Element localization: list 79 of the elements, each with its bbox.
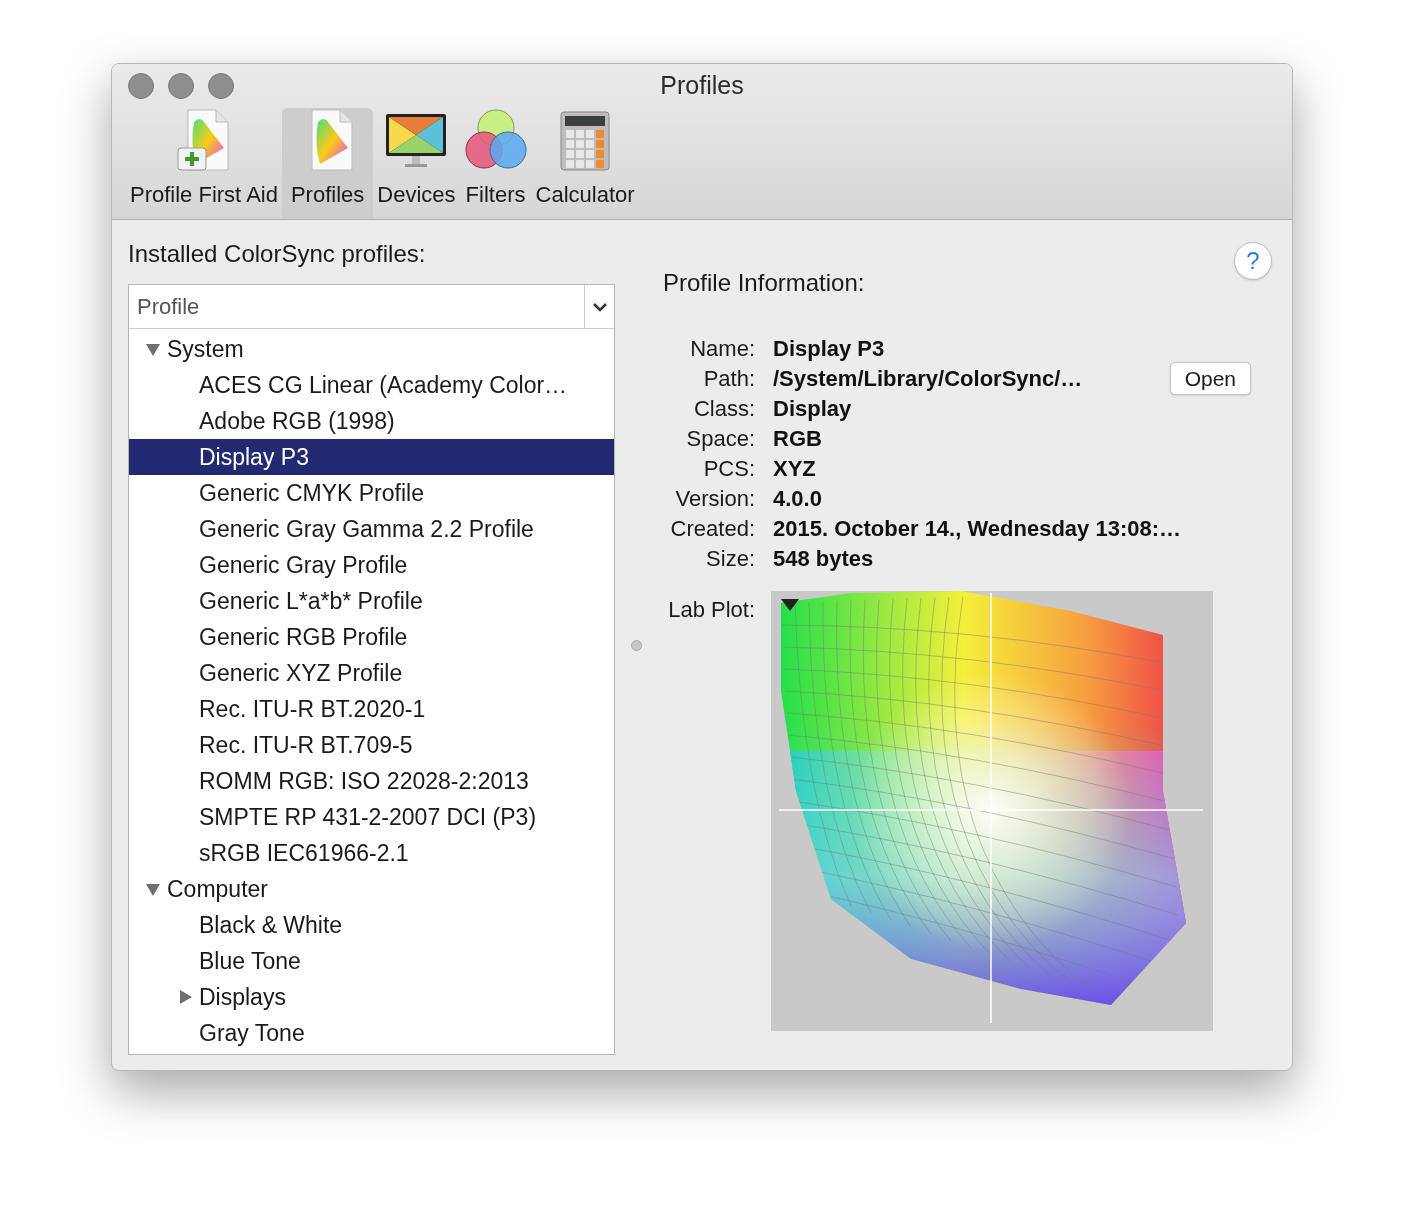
toolbar-tab[interactable]: Calculator <box>531 108 639 219</box>
help-button[interactable]: ? <box>1234 242 1272 280</box>
splitter-handle[interactable] <box>630 640 642 651</box>
column-header[interactable]: Profile <box>129 285 614 329</box>
profile-name: ACES CG Linear (Academy Color… <box>199 370 568 400</box>
field-value: RGB <box>773 424 822 453</box>
profile-name: Blue Tone <box>199 946 301 976</box>
profile-row[interactable]: Adobe RGB (1998) <box>129 403 614 439</box>
calculator-icon <box>559 108 612 172</box>
profile-name: Generic XYZ Profile <box>199 658 403 688</box>
profile-row[interactable]: Generic Gray Gamma 2.2 Profile <box>129 511 614 547</box>
disclosure-triangle-down-icon[interactable] <box>145 341 161 357</box>
section-heading: Profile Information: <box>663 268 865 298</box>
overlapping-circles-icon <box>463 108 528 172</box>
profile-row[interactable]: Rec. ITU-R BT.2020-1 <box>129 691 614 727</box>
profile-row[interactable]: ROMM RGB: ISO 22028-2:2013 <box>129 763 614 799</box>
profile-name: SMPTE RP 431-2-2007 DCI (P3) <box>199 802 537 832</box>
field-value: Display <box>773 394 852 423</box>
profile-row[interactable]: Blue Tone <box>129 943 614 979</box>
profile-name: Generic Gray Profile <box>199 550 408 580</box>
field-value: 2015. October 14., Wednesday 13:08:… <box>773 514 1181 543</box>
field-label: Size: <box>705 544 755 573</box>
field-value: 548 bytes <box>773 544 874 573</box>
section-heading: Installed ColorSync profiles: <box>128 239 427 266</box>
field-value: XYZ <box>773 454 816 483</box>
window-control-button[interactable] <box>208 73 234 99</box>
profile-row[interactable]: Displays <box>129 979 614 1015</box>
profile-name: Gray Tone <box>199 1018 305 1048</box>
window-control-button[interactable] <box>168 73 194 99</box>
field-label: Version: <box>674 484 755 513</box>
open-button[interactable]: Open <box>1169 361 1251 395</box>
profile-row[interactable]: Rec. ITU-R BT.709-5 <box>129 727 614 763</box>
field-label: Created: <box>669 514 755 543</box>
field-value: 4.0.0 <box>773 484 822 513</box>
window-control-button[interactable] <box>128 73 154 99</box>
field-label: Lab Plot: <box>667 596 755 624</box>
field-label: PCS: <box>702 454 755 483</box>
profile-row[interactable]: Display P3 <box>129 439 614 475</box>
profile-row[interactable]: Generic Gray Profile <box>129 547 614 583</box>
profile-name: System <box>167 334 244 364</box>
profile-row[interactable]: sRGB IEC61966-2.1 <box>129 835 614 871</box>
toolbar-tab[interactable]: Filters <box>459 108 532 219</box>
field-value: Display P3 <box>773 334 885 363</box>
field-label: Space: <box>685 424 755 453</box>
profile-name: Display P3 <box>199 442 309 472</box>
toolbar-tab[interactable]: Devices <box>373 108 460 219</box>
profile-row[interactable]: Computer <box>129 871 614 907</box>
profile-name: Generic CMYK Profile <box>199 478 424 508</box>
profile-name: ROMM RGB: ISO 22028-2:2013 <box>199 766 529 796</box>
disclosure-triangle-right-icon[interactable] <box>177 989 193 1005</box>
profile-name: Generic L*a*b* Profile <box>199 586 423 616</box>
profile-name: Black & White <box>199 910 343 940</box>
field-label: Class: <box>692 394 755 423</box>
profile-row[interactable]: System <box>129 331 614 367</box>
profile-name: Computer <box>167 874 268 904</box>
marker-icon[interactable] <box>781 599 799 611</box>
disclosure-triangle-down-icon[interactable] <box>145 881 161 897</box>
field-value: /System/Library/ColorSync/… <box>773 364 1083 393</box>
profile-row[interactable]: Generic CMYK Profile <box>129 475 614 511</box>
profile-row[interactable]: ACES CG Linear (Academy Color… <box>129 367 614 403</box>
toolbar-tab[interactable]: Profile First Aid <box>126 108 282 219</box>
profile-name: Rec. ITU-R BT.2020-1 <box>199 694 426 724</box>
profile-row[interactable]: Generic L*a*b* Profile <box>129 583 614 619</box>
profile-name: Displays <box>199 982 286 1012</box>
profile-name: Rec. ITU-R BT.709-5 <box>199 730 413 760</box>
toolbar-tab[interactable]: Profiles <box>281 108 374 219</box>
profile-name: sRGB IEC61966-2.1 <box>199 838 409 868</box>
profile-row[interactable]: SMPTE RP 431-2-2007 DCI (P3) <box>129 799 614 835</box>
window-title: Profiles <box>660 70 744 102</box>
profile-row[interactable]: Generic RGB Profile <box>129 619 614 655</box>
profile-row[interactable]: Gray Tone <box>129 1015 614 1051</box>
profile-name: Adobe RGB (1998) <box>199 406 395 436</box>
profile-name: Generic RGB Profile <box>199 622 408 652</box>
chevron-down-icon[interactable] <box>591 301 608 312</box>
profile-row[interactable]: Black & White <box>129 907 614 943</box>
field-label: Path: <box>702 364 755 393</box>
profile-row[interactable]: Generic XYZ Profile <box>129 655 614 691</box>
field-label: Name: <box>689 334 755 363</box>
profile-name: Generic Gray Gamma 2.2 Profile <box>199 514 534 544</box>
